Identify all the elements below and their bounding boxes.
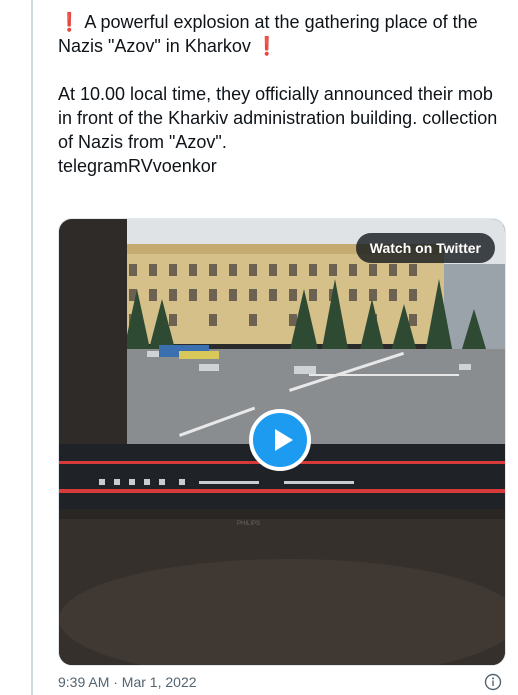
play-icon	[275, 429, 293, 451]
watch-on-twitter-button[interactable]: Watch on Twitter	[355, 233, 495, 263]
tweet-headline: ❗ A powerful explosion at the gathering …	[58, 10, 508, 58]
exclamation-icon: ❗	[255, 36, 279, 56]
info-icon[interactable]	[484, 673, 502, 691]
tweet-timestamp[interactable]: 9:39 AM · Mar 1, 2022	[58, 674, 197, 690]
thread-connector-line	[31, 0, 33, 695]
svg-text:PHILIPS: PHILIPS	[237, 521, 260, 527]
play-button[interactable]	[249, 409, 311, 471]
video-player[interactable]: PHILIPS Watch on Twitter	[58, 218, 506, 666]
tweet-body: At 10.00 local time, they officially ann…	[58, 84, 498, 152]
tweet-text: ❗ A powerful explosion at the gathering …	[58, 10, 508, 178]
exclamation-icon: ❗	[58, 12, 81, 32]
tweet-source: telegramRVvoenkor	[58, 156, 217, 176]
